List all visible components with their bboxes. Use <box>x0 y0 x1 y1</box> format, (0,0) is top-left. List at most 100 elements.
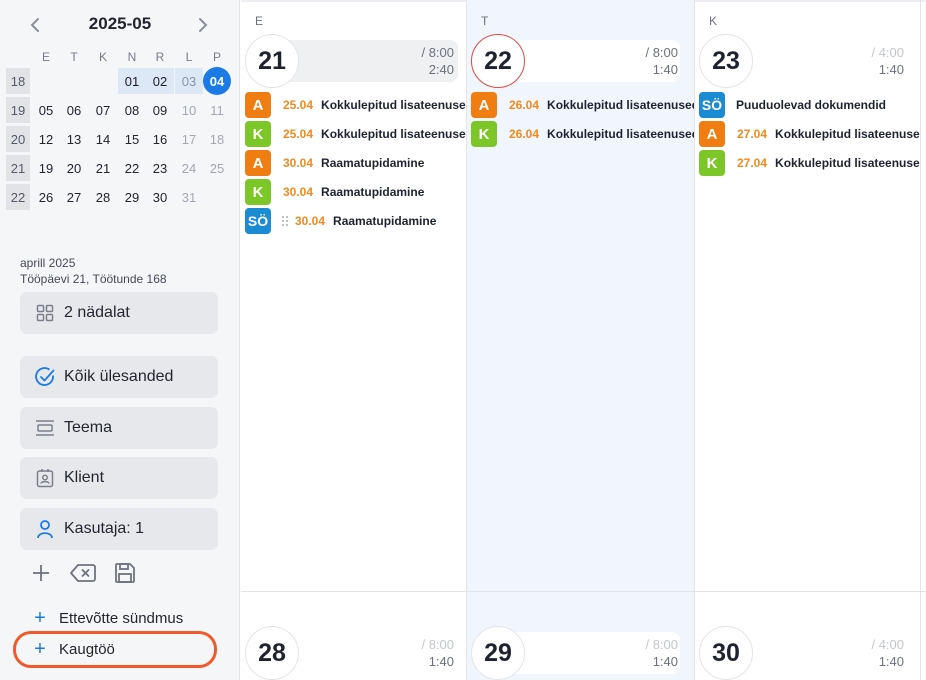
task-item[interactable]: A 30.04 Raamatupidamine <box>245 150 466 176</box>
mini-calendar-day[interactable]: 21 <box>89 155 117 181</box>
plus-icon: + <box>34 638 46 660</box>
week-divider <box>241 591 926 592</box>
mini-calendar-day[interactable]: 17 <box>175 126 203 152</box>
assignee-badge: K <box>245 179 271 205</box>
logged-hours: 1:40 <box>428 654 454 669</box>
assignee-badge: A <box>471 92 497 118</box>
task-title: Kokkulepitud lisateenused <box>321 127 466 141</box>
filter-user-button[interactable]: Kasutaja: 1 <box>20 508 218 550</box>
day-of-week: K <box>709 14 718 28</box>
task-date: 27.04 <box>737 156 768 170</box>
planned-hours: / 8:00 <box>421 45 454 60</box>
mini-calendar-day[interactable]: 27 <box>60 184 88 210</box>
add-company-event-label: Ettevõtte sündmus <box>59 610 184 627</box>
task-title: Kokkulepitud lisateenused <box>321 98 466 112</box>
hours-text: / 4:00 1:40 <box>871 44 904 78</box>
mini-calendar-day[interactable]: 20 <box>60 155 88 181</box>
filter-user-label: Kasutaja: 1 <box>64 520 145 537</box>
task-item[interactable]: SÖ 30.04 Raamatupidamine <box>245 208 466 234</box>
weekday-header: T <box>70 50 78 64</box>
filter-tools <box>28 560 138 586</box>
day-of-week: E <box>255 14 264 28</box>
assignee-badge: SÖ <box>245 208 271 234</box>
assignee-badge: SÖ <box>699 92 725 118</box>
mini-calendar-day[interactable]: 24 <box>175 155 203 181</box>
view-two-weeks-label: 2 nädalat <box>64 304 130 321</box>
mini-calendar-day[interactable]: 13 <box>60 126 88 152</box>
mini-calendar-day[interactable]: 31 <box>175 184 203 210</box>
mini-calendar-day[interactable]: 15 <box>118 126 146 152</box>
filter-topic-label: Teema <box>64 419 113 436</box>
mini-calendar-day[interactable]: 23 <box>146 155 174 181</box>
task-item[interactable]: SÖ Puuduolevad dokumendid <box>699 92 920 118</box>
mini-calendar-day[interactable]: 14 <box>89 126 117 152</box>
mini-calendar-day[interactable]: 03 <box>175 68 203 94</box>
mini-calendar-today[interactable]: 04 <box>203 67 231 95</box>
weekday-header: K <box>98 50 107 64</box>
hours-text: / 8:00 1:40 <box>421 636 454 670</box>
planned-hours: / 8:00 <box>645 637 678 652</box>
clear-filter-icon[interactable] <box>70 560 96 586</box>
mini-calendar-day[interactable]: 22 <box>118 155 146 181</box>
mini-calendar-day[interactable]: 09 <box>146 97 174 123</box>
task-item[interactable]: A 27.04 Kokkulepitud lisateenused <box>699 121 920 147</box>
mini-calendar-day[interactable]: 28 <box>89 184 117 210</box>
mini-calendar-day[interactable]: 07 <box>89 97 117 123</box>
task-item[interactable]: K 27.04 Kokkulepitud lisateenused <box>699 150 920 176</box>
week-number[interactable]: 19 <box>6 97 30 123</box>
planned-hours: / 4:00 <box>871 45 904 60</box>
week-number[interactable]: 20 <box>6 126 30 152</box>
task-date: 30.04 <box>283 156 314 170</box>
day-column: K 23 / 4:00 1:40 SÖ Puuduolevad dokumendid A 27… <box>695 0 921 680</box>
day-number[interactable]: 30 <box>699 626 753 680</box>
mini-calendar-day[interactable]: 26 <box>32 184 60 210</box>
weekday-header: P <box>212 50 221 64</box>
week-number[interactable]: 18 <box>6 68 30 94</box>
filter-all-tasks-button[interactable]: Kõik ülesanded <box>20 356 218 398</box>
mini-calendar-day[interactable]: 30 <box>146 184 174 210</box>
chevron-right-icon[interactable] <box>190 12 216 38</box>
assignee-badge: A <box>699 121 725 147</box>
view-two-weeks-button[interactable]: 2 nädalat <box>20 292 218 334</box>
week-number[interactable]: 21 <box>6 155 30 181</box>
plus-icon[interactable] <box>28 560 54 586</box>
day-number[interactable]: 23 <box>699 34 753 88</box>
filter-topic-button[interactable]: Teema <box>20 407 218 449</box>
mini-calendar-day[interactable]: 29 <box>118 184 146 210</box>
task-item[interactable]: A 25.04 Kokkulepitud lisateenused <box>245 92 466 118</box>
mini-calendar-day[interactable]: 08 <box>118 97 146 123</box>
weekday-header: R <box>155 50 165 64</box>
day-number[interactable]: 28 <box>245 626 299 680</box>
mini-calendar-day[interactable]: 19 <box>32 155 60 181</box>
contact-card-icon <box>34 467 56 489</box>
weekday-header: L <box>185 50 193 64</box>
mini-calendar-day[interactable]: 16 <box>146 126 174 152</box>
task-date: 25.04 <box>283 98 314 112</box>
mini-calendar-day[interactable]: 18 <box>203 126 231 152</box>
mini-calendar-day[interactable]: 05 <box>32 97 60 123</box>
planned-hours: / 4:00 <box>871 637 904 652</box>
mini-calendar-day[interactable]: 10 <box>175 97 203 123</box>
day-number[interactable]: 21 <box>245 34 299 88</box>
task-item[interactable]: A 26.04 Kokkulepitud lisateenused <box>471 92 694 118</box>
mini-calendar-day[interactable]: 25 <box>203 155 231 181</box>
task-item[interactable]: K 25.04 Kokkulepitud lisateenused <box>245 121 466 147</box>
mini-calendar-day[interactable]: 06 <box>60 97 88 123</box>
hours-text: / 8:00 1:40 <box>645 44 678 78</box>
task-title: Puuduolevad dokumendid <box>736 98 887 112</box>
save-icon[interactable] <box>112 560 138 586</box>
mini-calendar-day[interactable]: 11 <box>203 97 231 123</box>
task-item[interactable]: K 30.04 Raamatupidamine <box>245 179 466 205</box>
mini-calendar-day[interactable]: 02 <box>146 68 174 94</box>
add-remote-work-label: Kaugtöö <box>59 641 115 658</box>
grid-icon <box>34 302 56 324</box>
task-item[interactable]: K 26.04 Kokkulepitud lisateenused <box>471 121 694 147</box>
add-company-event-link[interactable]: + Ettevõtte sündmus <box>30 607 183 630</box>
add-remote-work-link[interactable]: + Kaugtöö <box>30 638 115 661</box>
day-number[interactable]: 22 <box>471 34 525 88</box>
week-number[interactable]: 22 <box>6 184 30 210</box>
mini-calendar-day[interactable]: 12 <box>32 126 60 152</box>
filter-client-button[interactable]: Klient <box>20 457 218 499</box>
day-number[interactable]: 29 <box>471 626 525 680</box>
mini-calendar-day[interactable]: 01 <box>118 68 146 94</box>
